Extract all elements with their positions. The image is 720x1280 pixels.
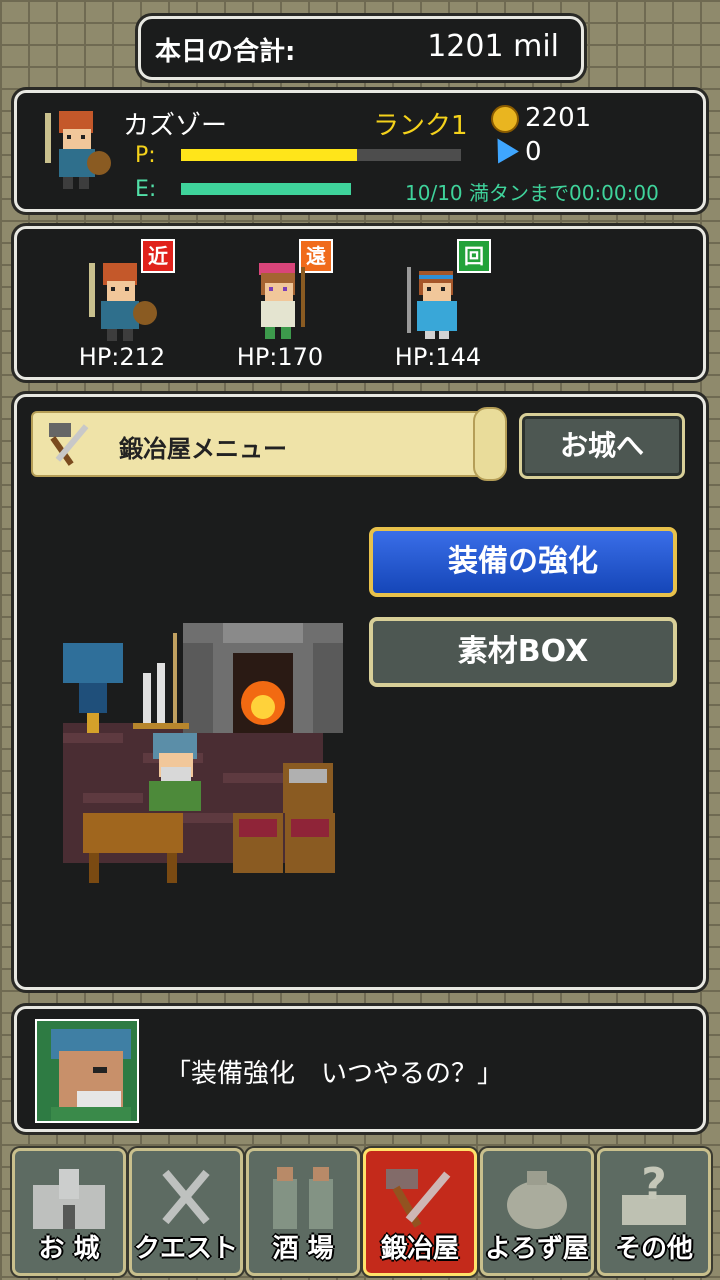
party-panel: 近 HP:212 遠 HP:170 回 HP:144 [14,226,706,380]
daily-total-label: 本日の合計: [155,37,296,67]
castle-icon [33,1169,105,1229]
dialog-panel: 「装備強化 いつやるの？」 [14,1006,706,1132]
party-hp: HP:212 [78,343,166,371]
nav-quest[interactable]: クエスト [129,1148,243,1276]
energy-timer: 10/10 満タンまで00:00:00 [405,181,659,205]
upgrade-equipment-button[interactable]: 装備の強化 [369,527,677,597]
warrior-sprite-icon [89,263,157,341]
archer-sprite-icon [259,263,305,339]
p-gauge [181,149,461,161]
e-label: E: [135,177,157,202]
gold-amount: 2201 [525,103,592,133]
bag-icon [507,1171,567,1229]
e-gauge-fill [181,183,351,195]
player-name: カズゾー [123,111,228,141]
player-rank: ランク1 [373,111,468,141]
party-hp: HP:170 [236,343,324,371]
nav-blacksmith[interactable]: 鍛冶屋 [363,1148,477,1276]
hammer-sword-icon [49,423,89,466]
daily-total-panel: 本日の合計: 1201 mil [138,16,584,80]
nav-label: 鍛冶屋 [380,1234,459,1264]
party-member-ranged[interactable]: 遠 HP:170 [215,239,345,371]
menu-title-scroll: 鍛冶屋メニュー [31,407,507,481]
nav-general-store[interactable]: よろず屋 [480,1148,594,1276]
nav-label: 酒 場 [272,1234,334,1264]
menu-title: 鍛冶屋メニュー [119,435,287,463]
blacksmith-portrait [35,1019,139,1123]
player-status-panel: カズゾー ランク1 2201 0 P: E: 10/10 満タンまで00:00:… [14,90,706,212]
party-member-healer[interactable]: 回 HP:144 [373,239,503,371]
party-hp: HP:144 [394,343,482,371]
material-box-button[interactable]: 素材BOX [369,617,677,687]
svg-text:?: ? [641,1165,667,1210]
nav-castle[interactable]: お 城 [12,1148,126,1276]
nav-label: その他 [614,1234,693,1264]
bottom-nav: お 城 クエスト 酒 場 鍛冶屋 よろず屋 ? その他 [12,1148,711,1276]
nav-label: クエスト [133,1234,238,1264]
tavern-icon [273,1167,333,1229]
hero-avatar-icon [45,111,111,189]
party-member-melee[interactable]: 近 HP:212 [57,239,187,371]
nav-tavern[interactable]: 酒 場 [246,1148,360,1276]
blacksmith-face-icon [37,1021,137,1121]
e-gauge [181,183,351,195]
scroll-curl [473,407,507,481]
healer-sprite-icon [407,267,457,339]
nav-label: お 城 [38,1234,100,1264]
gold-coin-icon [491,105,519,133]
question-icon: ? [622,1165,686,1225]
hammer-icon [386,1169,451,1228]
p-gauge-fill [181,149,358,161]
gem-amount: 0 [525,137,542,167]
p-label: P: [135,143,156,168]
swords-icon [162,1169,210,1225]
gem-icon [487,132,519,164]
blacksmith-scene-image [63,623,343,883]
go-to-castle-button[interactable]: お城へ [519,413,685,479]
daily-total-value: 1201 mil [427,29,559,64]
nav-other[interactable]: ? その他 [597,1148,711,1276]
dialog-text: 「装備強化 いつやるの？」 [165,1059,504,1089]
nav-label: よろず屋 [484,1234,589,1264]
blacksmith-panel: 鍛冶屋メニュー お城へ 装備の強化 素材BOX [14,394,706,990]
